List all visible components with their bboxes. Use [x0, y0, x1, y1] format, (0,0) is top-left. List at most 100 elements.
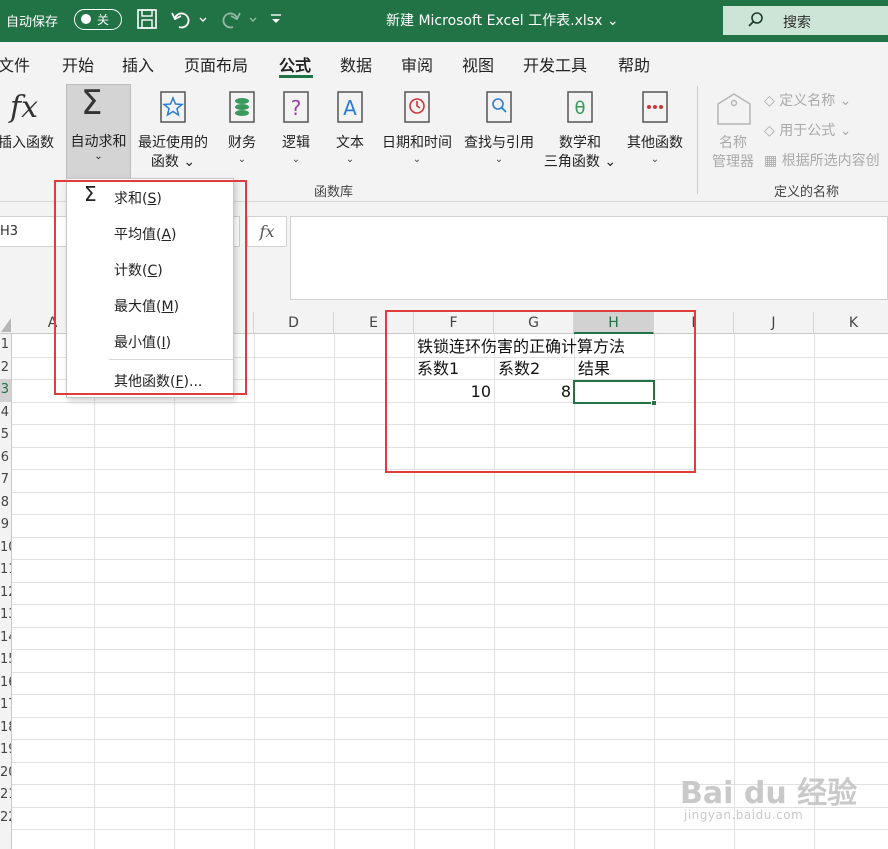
row-header[interactable]: 21	[0, 784, 11, 807]
financial-button[interactable]: 财务 ⌄	[222, 84, 262, 176]
row-header[interactable]: 14	[0, 627, 11, 650]
grid-line	[414, 334, 415, 849]
menu-item-more-functions[interactable]: 其他函数(F)...	[67, 362, 233, 396]
svg-text:A: A	[343, 96, 357, 120]
search-box[interactable]: 搜索	[723, 6, 888, 35]
cell-f2[interactable]: 系数1	[417, 358, 459, 380]
cell-f1[interactable]: 铁锁连环伤害的正确计算方法	[417, 336, 625, 358]
row-header[interactable]: 20	[0, 762, 11, 785]
column-header[interactable]: I	[654, 312, 734, 334]
column-header[interactable]: J	[734, 312, 814, 334]
column-header[interactable]: F	[414, 312, 494, 334]
row-header[interactable]: 17	[0, 694, 11, 717]
column-header[interactable]: D	[254, 312, 334, 334]
row-header[interactable]: 4	[0, 402, 11, 425]
menu-item-max[interactable]: 最大值(M)	[67, 287, 233, 321]
tab-formulas[interactable]: 公式	[279, 52, 311, 76]
grid-line	[254, 334, 255, 849]
title-chevron-icon: ⌄	[606, 13, 619, 29]
menu-item-average[interactable]: 平均值(A)	[67, 215, 233, 249]
row-header[interactable]: 10	[0, 537, 11, 560]
grid-line	[12, 739, 888, 740]
row-header[interactable]: 1	[0, 334, 11, 357]
menu-item-count[interactable]: 计数(C)	[67, 251, 233, 285]
name-tag-icon	[717, 93, 751, 125]
row-header[interactable]: 7	[0, 469, 11, 492]
menu-item-min[interactable]: 最小值(I)	[67, 323, 233, 357]
grid-line	[574, 334, 575, 849]
math-trig-button[interactable]: θ 数学和 三角函数 ⌄	[542, 84, 618, 176]
fx-icon: fx	[10, 90, 39, 125]
recently-used-button[interactable]: 最近使用的 函数 ⌄	[134, 84, 212, 176]
grid-line	[12, 694, 888, 695]
define-name-button[interactable]: ◇ 定义名称 ⌄	[764, 90, 851, 110]
autosum-button[interactable]: Σ 自动求和 ⌄	[66, 83, 131, 180]
tab-file[interactable]: 文件	[0, 52, 30, 76]
fill-handle[interactable]	[651, 400, 657, 406]
date-time-label: 日期和时间	[382, 135, 452, 151]
row-header[interactable]: 8	[0, 492, 11, 515]
row-header[interactable]: 15	[0, 649, 11, 672]
customize-toolbar-icon[interactable]	[268, 8, 284, 32]
column-header[interactable]: E	[334, 312, 414, 334]
name-manager-button[interactable]: 名称 管理器	[706, 84, 760, 176]
row-header[interactable]: 18	[0, 717, 11, 740]
row-header[interactable]: 5	[0, 424, 11, 447]
tab-view[interactable]: 视图	[462, 52, 494, 76]
svg-text:?: ?	[291, 96, 302, 120]
tab-review[interactable]: 审阅	[401, 52, 433, 76]
search-icon	[747, 11, 765, 33]
menu-item-sum[interactable]: Σ 求和(S)	[67, 179, 233, 213]
column-header[interactable]: G	[494, 312, 574, 334]
row-header[interactable]: 19	[0, 739, 11, 762]
cell-f3[interactable]: 10	[414, 381, 491, 403]
row-header-selected[interactable]: 3	[0, 379, 11, 402]
recently-used-label-1: 最近使用的	[138, 135, 208, 151]
column-header-selected[interactable]: H	[574, 312, 654, 334]
column-header[interactable]: K	[814, 312, 888, 334]
document-title[interactable]: 新建 Microsoft Excel 工作表.xlsx ⌄	[386, 10, 619, 30]
baidu-watermark: Bai du 经验 jingyan.baidu.com	[680, 762, 880, 834]
text-button[interactable]: A 文本 ⌄	[330, 84, 370, 176]
grid-line	[12, 672, 888, 673]
grid-line	[12, 492, 888, 493]
cell-h2[interactable]: 结果	[578, 358, 610, 380]
row-header[interactable]: 2	[0, 357, 11, 380]
lookup-reference-button[interactable]: 查找与引用 ⌄	[460, 84, 538, 176]
row-header[interactable]: 6	[0, 447, 11, 470]
fx-small-icon: ◇	[764, 123, 775, 139]
create-from-selection-button[interactable]: ▦ 根据所选内容创	[764, 150, 880, 170]
tab-home[interactable]: 开始	[62, 52, 94, 76]
date-time-button[interactable]: 日期和时间 ⌄	[378, 84, 456, 176]
row-header[interactable]: 12	[0, 582, 11, 605]
grid-line	[494, 334, 495, 849]
redo-icon[interactable]	[220, 8, 260, 32]
tab-developer[interactable]: 开发工具	[523, 52, 587, 76]
more-functions-button[interactable]: 其他函数 ⌄	[622, 84, 688, 176]
use-in-formula-button[interactable]: ◇ 用于公式 ⌄	[764, 120, 851, 140]
math-trig-label-1: 数学和	[559, 135, 601, 151]
grid-line	[12, 627, 888, 628]
insert-function-button[interactable]: fx 插入函数	[0, 84, 56, 176]
tab-data[interactable]: 数据	[340, 52, 372, 76]
row-header[interactable]: 11	[0, 559, 11, 582]
row-header[interactable]: 16	[0, 672, 11, 695]
tab-help[interactable]: 帮助	[618, 52, 650, 76]
row-header[interactable]: 13	[0, 604, 11, 627]
insert-function-fx-icon[interactable]: fx	[247, 216, 287, 247]
active-tab-indicator	[279, 75, 313, 78]
select-all-corner[interactable]	[0, 312, 12, 334]
tab-page-layout[interactable]: 页面布局	[184, 52, 248, 76]
autosave-toggle[interactable]: 关	[74, 9, 122, 30]
cell-g2[interactable]: 系数2	[498, 358, 540, 380]
sigma-icon: Σ	[81, 83, 103, 123]
active-cell-h3[interactable]	[573, 380, 657, 406]
save-icon[interactable]	[136, 8, 158, 32]
cell-g3[interactable]: 8	[494, 381, 571, 403]
undo-icon[interactable]	[170, 8, 210, 32]
row-header[interactable]: 22	[0, 807, 11, 830]
formula-input[interactable]	[290, 216, 888, 300]
logical-button[interactable]: ? 逻辑 ⌄	[276, 84, 316, 176]
tab-insert[interactable]: 插入	[122, 52, 154, 76]
row-header[interactable]: 9	[0, 514, 11, 537]
